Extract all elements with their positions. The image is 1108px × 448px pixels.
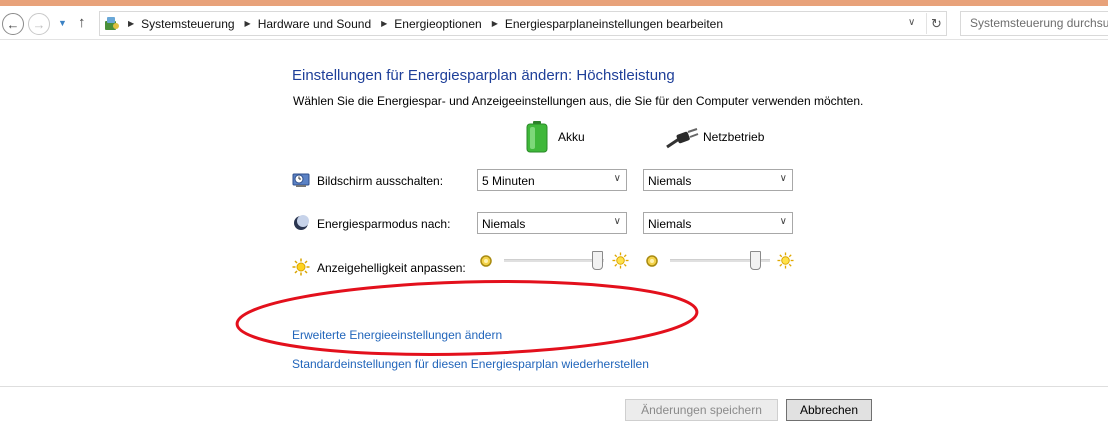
- brightness-sun-icon: [292, 258, 310, 276]
- brightness-battery-slider-thumb[interactable]: [592, 251, 603, 270]
- chevron-down-icon: ∨: [613, 216, 621, 227]
- bright-sun-icon: [777, 252, 794, 269]
- brightness-label: Anzeigehelligkeit anpassen:: [317, 261, 466, 275]
- advanced-settings-link[interactable]: Erweiterte Energieeinstellungen ändern: [292, 328, 502, 342]
- cancel-button[interactable]: Abbrechen: [786, 399, 872, 421]
- sleep-battery-select[interactable]: Niemals ∨: [477, 212, 627, 234]
- control-panel-icon: [105, 17, 119, 30]
- breadcrumb-separator-icon[interactable]: ▶: [381, 19, 387, 28]
- display-clock-icon: [292, 173, 310, 187]
- save-changes-button[interactable]: Änderungen speichern: [625, 399, 778, 421]
- address-bar[interactable]: ▶ Systemsteuerung ▶ Hardware und Sound ▶…: [99, 11, 947, 36]
- select-value: Niemals: [482, 217, 526, 231]
- sleep-moon-icon: [294, 215, 309, 230]
- footer-divider: [0, 386, 1108, 387]
- dim-sun-icon: [646, 255, 658, 267]
- plugged-in-column-header: Netzbetrieb: [703, 130, 765, 144]
- battery-column-header: Akku: [558, 130, 585, 144]
- page-subtitle: Wählen Sie die Energiespar- und Anzeigee…: [293, 94, 864, 108]
- breadcrumb-separator-icon[interactable]: ▶: [245, 19, 251, 28]
- display-off-label: Bildschirm ausschalten:: [317, 174, 444, 188]
- up-arrow-icon[interactable]: ↑: [78, 14, 86, 31]
- chevron-down-icon[interactable]: ∨: [908, 17, 915, 28]
- sleep-label: Energiesparmodus nach:: [317, 217, 451, 231]
- brightness-battery-slider[interactable]: [504, 259, 604, 262]
- breadcrumb-item[interactable]: Energieoptionen: [394, 17, 481, 31]
- display-off-battery-select[interactable]: 5 Minuten ∨: [477, 169, 627, 191]
- select-value: 5 Minuten: [482, 174, 535, 188]
- breadcrumb-item[interactable]: Hardware und Sound: [258, 17, 371, 31]
- back-arrow-icon[interactable]: ←: [2, 13, 24, 35]
- breadcrumb-item[interactable]: Systemsteuerung: [141, 17, 234, 31]
- chevron-down-icon: ∨: [613, 173, 621, 184]
- sleep-plugged-select[interactable]: Niemals ∨: [643, 212, 793, 234]
- power-plug-icon: [666, 128, 699, 149]
- battery-icon: [526, 121, 548, 153]
- refresh-icon[interactable]: ↻: [926, 13, 946, 34]
- page-title: Einstellungen für Energiesparplan ändern…: [292, 67, 675, 84]
- brightness-plugged-slider-thumb[interactable]: [750, 251, 761, 270]
- forward-arrow-icon[interactable]: →: [28, 13, 50, 35]
- select-value: Niemals: [648, 217, 692, 231]
- display-off-plugged-select[interactable]: Niemals ∨: [643, 169, 793, 191]
- dim-sun-icon: [480, 255, 492, 267]
- chevron-down-icon: ∨: [779, 173, 787, 184]
- breadcrumb-item[interactable]: Energiesparplaneinstellungen bearbeiten: [505, 17, 723, 31]
- select-value: Niemals: [648, 174, 692, 188]
- recent-locations-chevron-icon[interactable]: ▼: [58, 18, 67, 28]
- bright-sun-icon: [612, 252, 629, 269]
- navigation-bar: ← → ▼ ↑ ▶ Systemsteuerung ▶ Hardware und…: [0, 6, 1108, 40]
- breadcrumb-separator-icon[interactable]: ▶: [492, 19, 498, 28]
- breadcrumb-separator-icon[interactable]: ▶: [128, 19, 134, 28]
- chevron-down-icon: ∨: [779, 216, 787, 227]
- breadcrumb: ▶ Systemsteuerung ▶ Hardware und Sound ▶…: [126, 12, 731, 35]
- restore-defaults-link[interactable]: Standardeinstellungen für diesen Energie…: [292, 357, 649, 371]
- search-input[interactable]: Systemsteuerung durchsuchen: [960, 11, 1108, 36]
